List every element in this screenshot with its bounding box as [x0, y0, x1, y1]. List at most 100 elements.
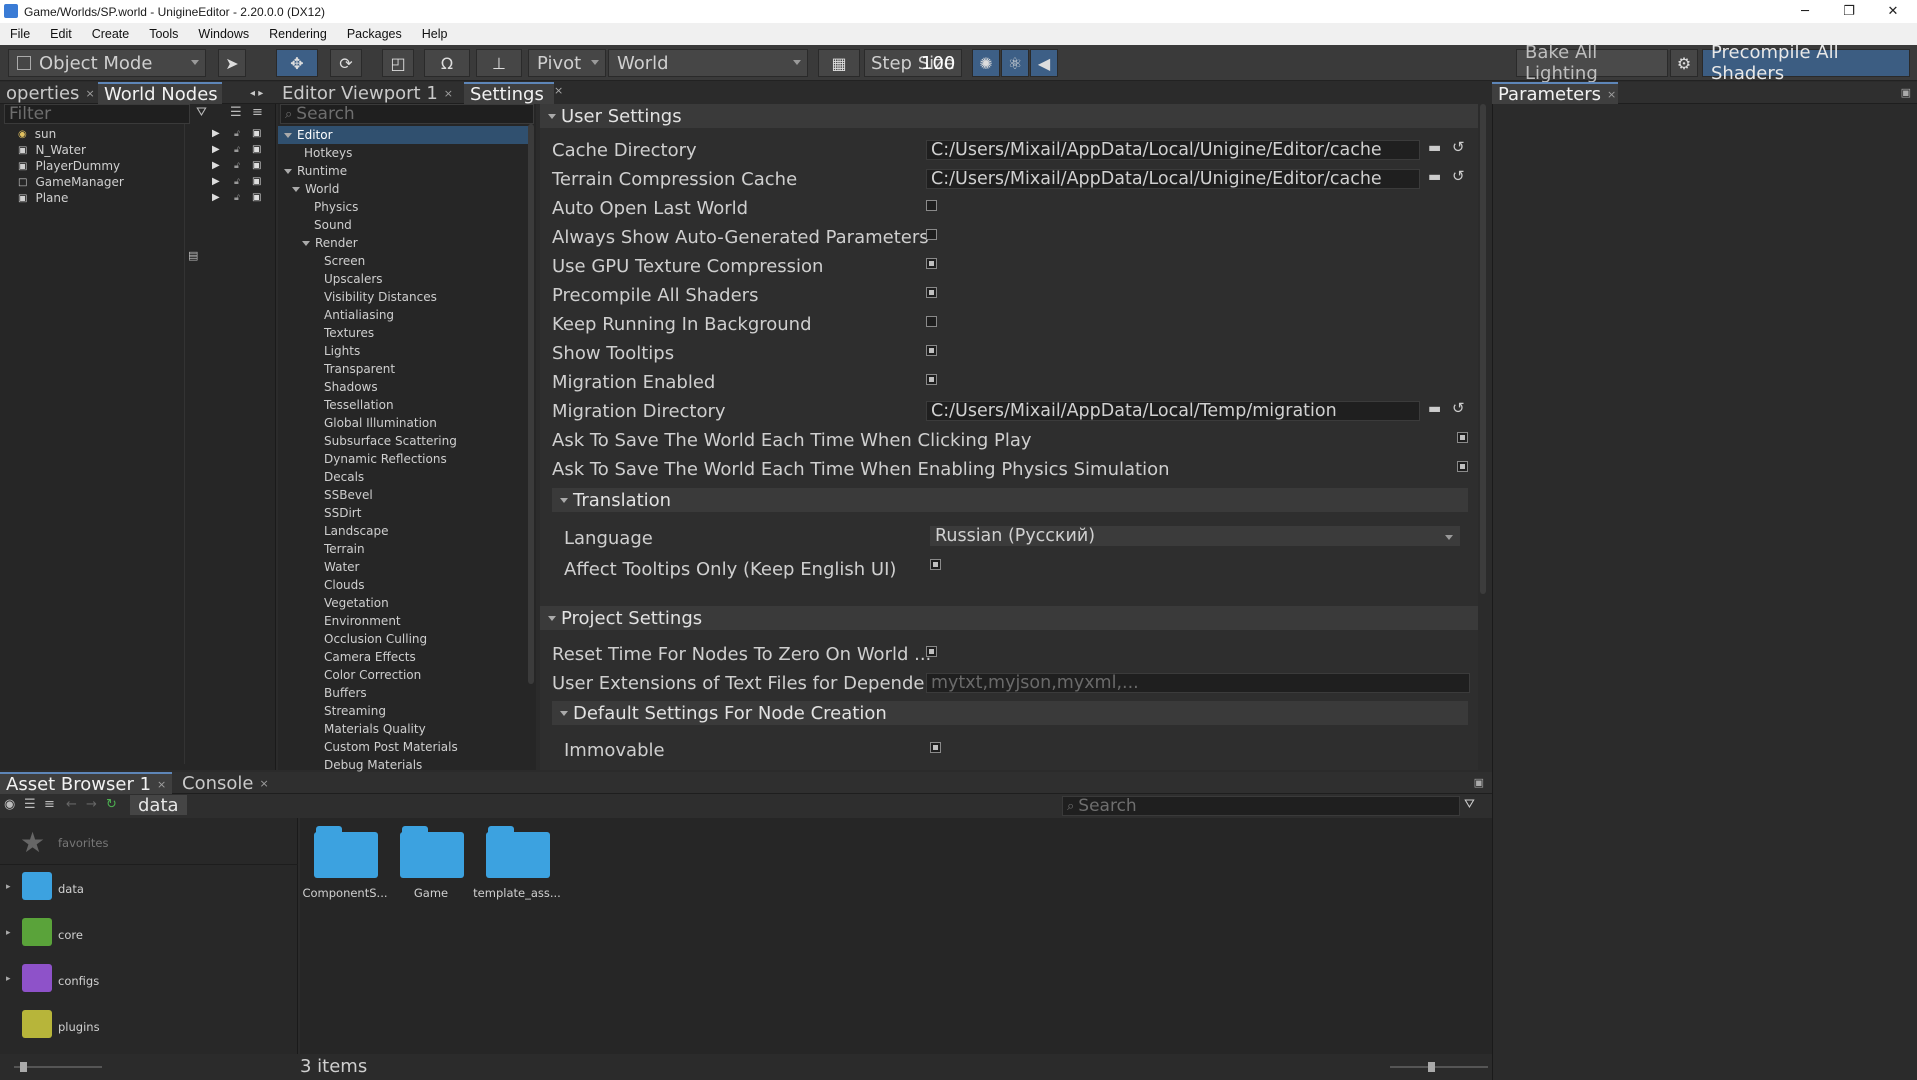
tree-icon[interactable]: ≡	[44, 797, 55, 812]
gpu-texture-checkbox[interactable]	[926, 258, 937, 269]
tree-item-render-child[interactable]: SSBevel	[324, 486, 373, 504]
tree-item-render-child[interactable]: Global Illumination	[324, 414, 437, 432]
migration-enabled-checkbox[interactable]	[926, 374, 937, 385]
tree-item-render-child[interactable]: Shadows	[324, 378, 378, 396]
tree-item-sound[interactable]: Sound	[314, 216, 352, 234]
user-extensions-field[interactable]: mytxt,myjson,myxml,...	[926, 673, 1470, 693]
menu-create[interactable]: Create	[82, 27, 140, 41]
refresh-icon[interactable]: ↻	[106, 797, 117, 812]
keep-running-checkbox[interactable]	[926, 316, 937, 327]
nav-item-core[interactable]: core	[58, 928, 83, 942]
tree-item-render-child[interactable]: Visibility Distances	[324, 288, 437, 306]
sound-button[interactable]: ◀	[1030, 49, 1058, 77]
tree-item-hotkeys[interactable]: Hotkeys	[304, 144, 352, 162]
grid-snap-button[interactable]: ▦	[818, 49, 860, 77]
bake-settings-button[interactable]: ⚙	[1670, 49, 1698, 77]
tree-item-render-child[interactable]: Materials Quality	[324, 720, 426, 738]
snap-button[interactable]: Ω	[424, 49, 470, 77]
asset-item-label[interactable]: Game	[386, 886, 476, 900]
folder-icon[interactable]: ▬	[1428, 140, 1441, 156]
drop-to-ground-button[interactable]: ⊥	[476, 49, 522, 77]
tree-item-render-child[interactable]: Water	[324, 558, 359, 576]
tree-item-render-child[interactable]: Clouds	[324, 576, 365, 594]
breadcrumb-data[interactable]: data	[130, 795, 187, 816]
auto-open-checkbox[interactable]	[926, 200, 937, 211]
tab-editor-viewport[interactable]: Editor Viewport 1 ×	[276, 82, 462, 104]
hierarchy-icon[interactable]: ☰	[230, 105, 242, 120]
section-default-settings[interactable]: Default Settings For Node Creation	[552, 701, 1468, 725]
icon-size-slider[interactable]	[1390, 1066, 1488, 1068]
ask-save-play-checkbox[interactable]	[1457, 432, 1468, 443]
hierarchy-icon[interactable]: ☰	[24, 797, 36, 812]
tree-item-world[interactable]: World	[292, 180, 339, 198]
forward-arrow-icon[interactable]: →	[86, 797, 97, 812]
tree-item-render-child[interactable]: Tessellation	[324, 396, 394, 414]
tree-item-render-child[interactable]: Terrain	[324, 540, 365, 558]
menu-windows[interactable]: Windows	[188, 27, 259, 41]
terrain-cache-field[interactable]: C:/Users/Mixail/AppData/Local/Unigine/Ed…	[926, 169, 1420, 189]
close-icon[interactable]: ×	[554, 84, 563, 97]
migration-directory-field[interactable]: C:/Users/Mixail/AppData/Local/Temp/migra…	[926, 401, 1420, 421]
tree-item-render-child[interactable]: Occlusion Culling	[324, 630, 427, 648]
menu-help[interactable]: Help	[412, 27, 458, 41]
tree-item-render-child[interactable]: Screen	[324, 252, 365, 270]
asset-item-label[interactable]: template_ass...	[472, 886, 562, 900]
tree-item-render-child[interactable]: Vegetation	[324, 594, 389, 612]
node-row[interactable]: ▣ Plane	[4, 190, 266, 206]
lock-icon[interactable]: ▣	[1474, 776, 1484, 789]
node-row[interactable]: ▣ N_Water	[4, 142, 266, 158]
precompile-shaders-button[interactable]: Precompile All Shaders	[1702, 42, 1910, 84]
object-mode-select[interactable]: Object Mode	[8, 49, 206, 77]
reset-time-checkbox[interactable]	[926, 646, 937, 657]
reset-icon[interactable]: ↺	[1452, 167, 1465, 185]
always-show-checkbox[interactable]	[926, 229, 937, 240]
close-icon[interactable]: ×	[85, 87, 94, 100]
settings-search-input[interactable]: ⌕ Search	[280, 104, 534, 124]
asset-item-label[interactable]: ComponentS...	[300, 886, 390, 900]
tree-item-render-child[interactable]: Textures	[324, 324, 374, 342]
tree-item-render-child[interactable]: Landscape	[324, 522, 388, 540]
close-icon[interactable]: ×	[259, 777, 268, 790]
filter-icon[interactable]: ⛛	[196, 105, 207, 120]
asset-search-input[interactable]: ⌕ Search	[1062, 796, 1460, 816]
node-row[interactable]: □ GameManager	[4, 174, 266, 190]
tree-item-render-child[interactable]: Color Correction	[324, 666, 421, 684]
move-tool-button[interactable]: ✥	[276, 49, 318, 77]
chevron-right-icon[interactable]: ▸	[6, 974, 11, 984]
select-cursor-button[interactable]: ➤	[218, 49, 246, 77]
menu-edit[interactable]: Edit	[40, 27, 82, 41]
slider-handle[interactable]	[1428, 1062, 1435, 1072]
step-size-field[interactable]: Step Size 100	[864, 49, 962, 77]
close-icon[interactable]: ×	[1607, 88, 1616, 101]
node-row[interactable]: ◉ sun	[4, 126, 266, 142]
folder-icon[interactable]	[400, 824, 464, 878]
folder-icon[interactable]: ▬	[1428, 169, 1441, 185]
tab-settings[interactable]: Settings	[464, 82, 554, 105]
tree-item-render-child[interactable]: Decals	[324, 468, 364, 486]
eye-icon[interactable]: ◉	[4, 797, 15, 812]
tree-item-render-child[interactable]: Streaming	[324, 702, 386, 720]
close-icon[interactable]: ×	[157, 778, 166, 791]
menu-file[interactable]: File	[0, 27, 40, 41]
cache-directory-field[interactable]: C:/Users/Mixail/AppData/Local/Unigine/Ed…	[926, 140, 1420, 160]
tab-console[interactable]: Console ×	[176, 772, 276, 794]
tree-scrollbar[interactable]	[528, 124, 534, 684]
folder-icon[interactable]: ▬	[1428, 401, 1441, 417]
section-user-settings[interactable]: User Settings	[540, 104, 1478, 128]
tree-item-render-child[interactable]: Lights	[324, 342, 360, 360]
menu-packages[interactable]: Packages	[337, 27, 412, 41]
tab-asset-browser[interactable]: Asset Browser 1 ×	[0, 772, 172, 795]
tree-item-render-child[interactable]: Antialiasing	[324, 306, 394, 324]
scale-tool-button[interactable]: ◰	[382, 49, 414, 77]
tree-item-render-child[interactable]: Dynamic Reflections	[324, 450, 447, 468]
ask-save-physics-checkbox[interactable]	[1457, 461, 1468, 472]
immovable-checkbox[interactable]	[930, 742, 941, 753]
tree-item-render-child[interactable]: SSDirt	[324, 504, 361, 522]
tab-properties[interactable]: operties ×	[0, 82, 95, 104]
slider-handle[interactable]	[20, 1062, 27, 1072]
section-project-settings[interactable]: Project Settings	[540, 606, 1478, 630]
tab-world-nodes[interactable]: World Nodes	[98, 82, 222, 105]
nav-item-configs[interactable]: configs	[58, 974, 99, 988]
lock-icon[interactable]: ▣	[1901, 86, 1911, 99]
favorites-label[interactable]: favorites	[58, 836, 108, 850]
